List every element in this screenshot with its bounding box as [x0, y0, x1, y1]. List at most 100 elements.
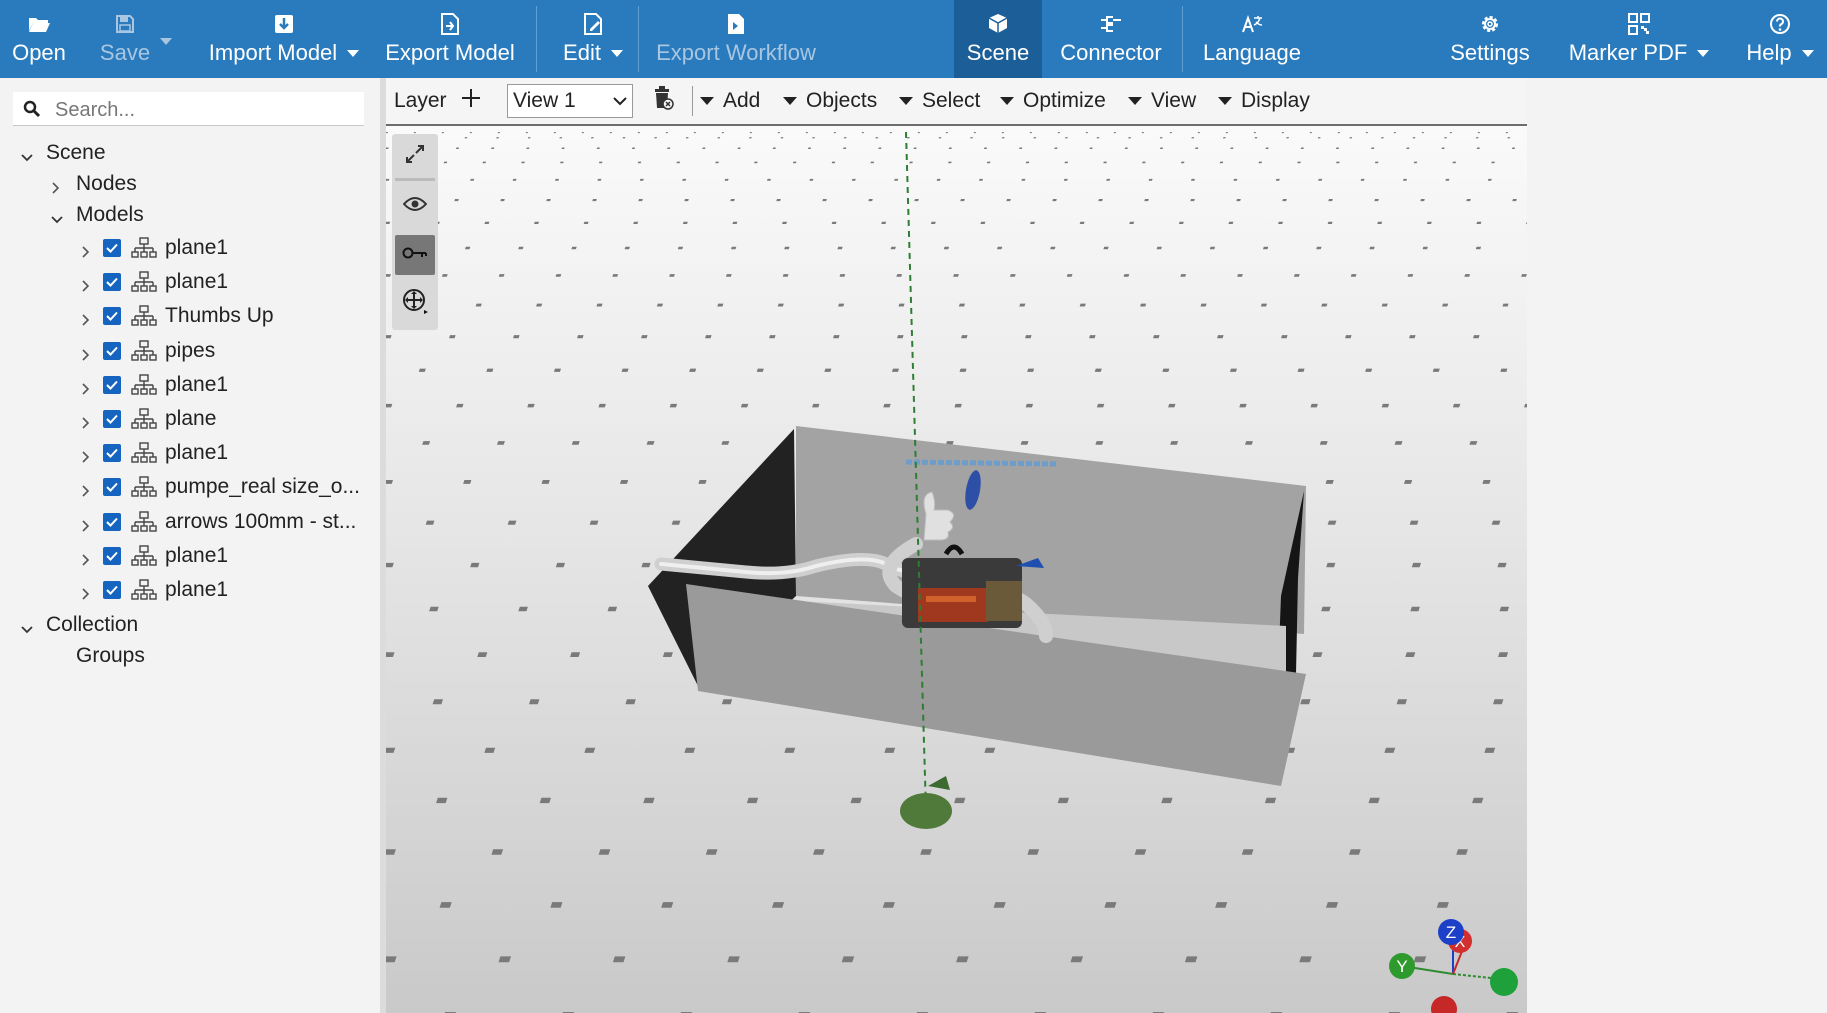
tree-item-model[interactable]: pumpe_real size_o... — [80, 472, 360, 502]
chevron-right-icon[interactable] — [80, 378, 94, 395]
tree-item-model[interactable]: plane1 — [80, 575, 228, 605]
chevron-right-icon[interactable] — [80, 344, 94, 361]
add-layer-button[interactable] — [460, 78, 482, 124]
chevron-down-icon[interactable] — [20, 618, 34, 634]
save-dropdown-icon[interactable] — [160, 32, 172, 50]
model-node-icon — [131, 237, 157, 259]
tree-item-scene[interactable]: Scene — [20, 138, 106, 168]
visibility-checkbox[interactable] — [103, 307, 121, 326]
tree-item-label: plane1 — [165, 543, 229, 567]
tree-item-model[interactable]: plane — [80, 404, 216, 434]
workflow-icon — [724, 12, 748, 36]
chevron-right-icon[interactable] — [80, 412, 94, 429]
tree-item-model[interactable]: arrows 100mm - st... — [80, 507, 356, 537]
visibility-checkbox[interactable] — [103, 444, 121, 463]
tree-item-groups[interactable]: Groups — [76, 641, 145, 671]
view-select[interactable]: View 1 — [507, 84, 633, 118]
visibility-checkbox[interactable] — [103, 273, 121, 292]
optimize-menu[interactable]: Optimize — [1000, 78, 1106, 124]
trash-icon — [652, 86, 674, 116]
fit-view-button[interactable] — [395, 136, 435, 176]
chevron-down-icon[interactable] — [20, 146, 34, 162]
chevron-right-icon[interactable] — [80, 480, 94, 497]
caret-down-icon — [1218, 97, 1232, 105]
tree-item-model[interactable]: plane1 — [80, 438, 228, 468]
orbit-tool-button[interactable] — [395, 235, 435, 275]
tree-item-model[interactable]: Thumbs Up — [80, 301, 274, 331]
view-toolbar: Layer View 1 Add Objects Select Optimize… — [386, 78, 1527, 126]
search-box — [13, 92, 364, 126]
language-button[interactable]: Language — [1196, 0, 1308, 78]
visibility-checkbox[interactable] — [103, 581, 121, 599]
z-axis-label: Z — [1446, 923, 1456, 942]
select-menu[interactable]: Select — [899, 78, 980, 124]
tree-item-models[interactable]: Models — [50, 200, 144, 230]
visibility-checkbox[interactable] — [103, 546, 121, 565]
qr-code-icon — [1627, 12, 1651, 36]
tab-connector[interactable]: Connector — [1050, 0, 1172, 78]
search-input[interactable] — [53, 96, 357, 124]
settings-button[interactable]: Settings — [1440, 0, 1540, 78]
open-button[interactable]: Open — [0, 0, 78, 78]
help-button[interactable]: Help — [1740, 0, 1820, 78]
import-icon — [272, 12, 296, 36]
save-button[interactable]: Save — [88, 0, 184, 78]
chevron-right-icon[interactable] — [50, 177, 64, 194]
visibility-tool-button[interactable] — [395, 186, 435, 226]
toolbar-separator — [692, 86, 693, 116]
key-icon — [402, 246, 428, 265]
edit-icon — [581, 12, 605, 36]
x-axis-negative-handle[interactable] — [1431, 996, 1457, 1013]
model-node-icon — [131, 271, 157, 293]
tree-item-collection[interactable]: Collection — [20, 610, 138, 640]
add-menu[interactable]: Add — [700, 78, 760, 124]
visibility-checkbox[interactable] — [103, 239, 121, 257]
move-icon — [402, 288, 428, 319]
tree-item-model[interactable]: pipes — [80, 336, 215, 366]
chevron-down-icon[interactable] — [50, 208, 64, 224]
chevron-right-icon[interactable] — [80, 309, 94, 326]
edit-button[interactable]: Edit — [550, 0, 636, 78]
model-node-icon — [131, 510, 157, 533]
chevron-right-icon[interactable] — [80, 275, 94, 292]
visibility-checkbox[interactable] — [103, 375, 121, 394]
move-tool-button[interactable] — [395, 283, 435, 323]
tree-item-model[interactable]: plane1 — [80, 541, 228, 571]
marker-pdf-button[interactable]: Marker PDF — [1568, 0, 1710, 78]
display-menu[interactable]: Display — [1218, 78, 1310, 124]
chevron-right-icon[interactable] — [80, 241, 94, 258]
y-axis-negative-handle[interactable] — [1490, 968, 1518, 996]
visibility-checkbox[interactable] — [103, 512, 121, 531]
axis-gizmo[interactable]: X Z Y — [1389, 919, 1518, 1013]
3d-viewport[interactable]: X Z Y — [386, 126, 1527, 1013]
view-menu[interactable]: View — [1128, 78, 1196, 124]
tree-item-label: plane — [165, 407, 217, 430]
language-icon — [1240, 12, 1264, 36]
tree-item-label: Thumbs Up — [165, 304, 274, 328]
tree-item-nodes[interactable]: Nodes — [50, 169, 137, 199]
chevron-right-icon[interactable] — [80, 549, 94, 566]
export-model-button[interactable]: Export Model — [378, 0, 522, 78]
model-node-icon — [131, 579, 157, 601]
chevron-down-icon — [1801, 49, 1814, 57]
chevron-right-icon[interactable] — [80, 583, 94, 600]
export-workflow-button[interactable]: Export Workflow — [652, 0, 820, 78]
toolbar-separator — [536, 6, 537, 72]
chevron-right-icon[interactable] — [80, 515, 94, 532]
help-icon — [1768, 12, 1792, 36]
visibility-checkbox[interactable] — [103, 410, 121, 428]
tree-item-model[interactable]: plane1 — [80, 267, 228, 297]
folder-open-icon — [27, 12, 51, 36]
visibility-checkbox[interactable] — [103, 341, 121, 360]
tab-scene[interactable]: Scene — [954, 0, 1042, 78]
chevron-down-icon — [608, 85, 632, 117]
chevron-right-icon[interactable] — [80, 446, 94, 463]
tree-item-label: plane1 — [165, 578, 229, 601]
objects-menu[interactable]: Objects — [783, 78, 877, 124]
scene-icon — [986, 12, 1010, 36]
tree-item-model[interactable]: plane1 — [80, 370, 228, 400]
import-model-button[interactable]: Import Model — [200, 0, 368, 78]
visibility-checkbox[interactable] — [103, 478, 121, 497]
tree-item-model[interactable]: plane1 — [80, 233, 228, 263]
delete-view-button[interactable] — [652, 78, 674, 124]
